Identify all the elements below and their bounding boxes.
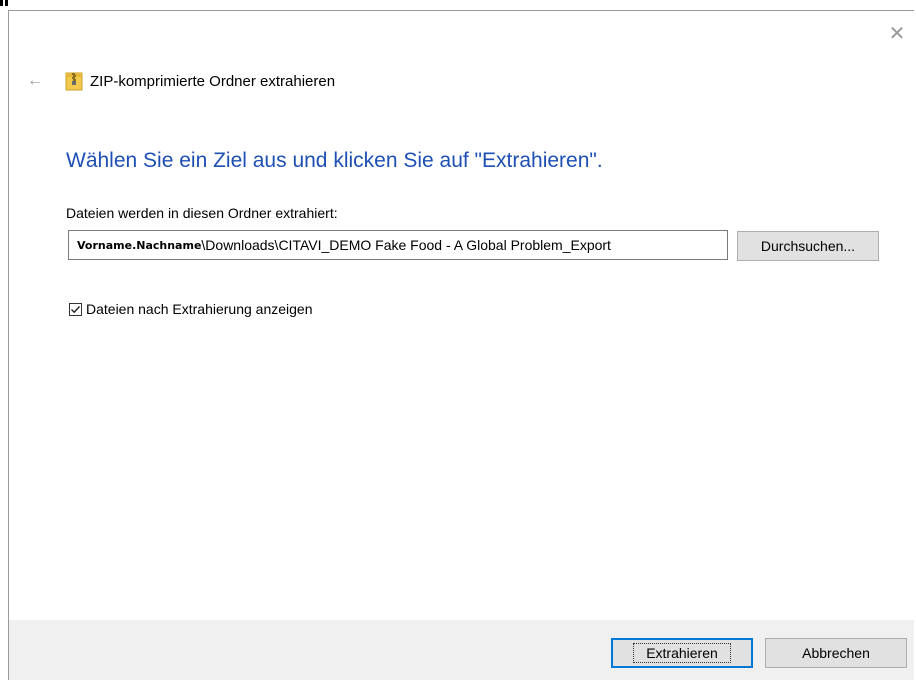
edge-artifact [5, 0, 8, 6]
page: ✕ ← ZIP-komprimierte Ordner extrahieren … [0, 0, 916, 682]
destination-label: Dateien werden in diesen Ordner extrahie… [66, 205, 338, 221]
destination-path-input[interactable]: Vorname.Nachname \Downloads\CITAVI_DEMO F… [68, 230, 728, 260]
checkmark-icon [71, 305, 81, 313]
extract-button[interactable]: Extrahieren [611, 638, 753, 668]
extract-dialog: ✕ ← ZIP-komprimierte Ordner extrahieren … [8, 10, 914, 680]
instruction-heading: Wählen Sie ein Ziel aus und klicken Sie … [66, 149, 603, 172]
show-files-label: Dateien nach Extrahierung anzeigen [86, 301, 313, 317]
browse-button[interactable]: Durchsuchen... [737, 231, 879, 261]
back-arrow-icon[interactable]: ← [25, 71, 45, 91]
dialog-title: ZIP-komprimierte Ordner extrahieren [90, 72, 336, 90]
show-files-option[interactable]: Dateien nach Extrahierung anzeigen [69, 301, 313, 317]
extract-button-label: Extrahieren [633, 643, 731, 663]
edge-artifact [0, 0, 3, 6]
dialog-footer: Extrahieren Abbrechen [9, 620, 914, 680]
path-remainder: \Downloads\CITAVI_DEMO Fake Food - A Glo… [201, 237, 611, 253]
show-files-checkbox[interactable] [69, 302, 82, 316]
path-username: Vorname.Nachname [77, 238, 202, 252]
zip-folder-icon [65, 72, 83, 91]
dialog-title-row: ZIP-komprimierte Ordner extrahieren [65, 69, 335, 93]
cancel-button[interactable]: Abbrechen [765, 638, 907, 668]
close-icon[interactable]: ✕ [886, 23, 908, 45]
